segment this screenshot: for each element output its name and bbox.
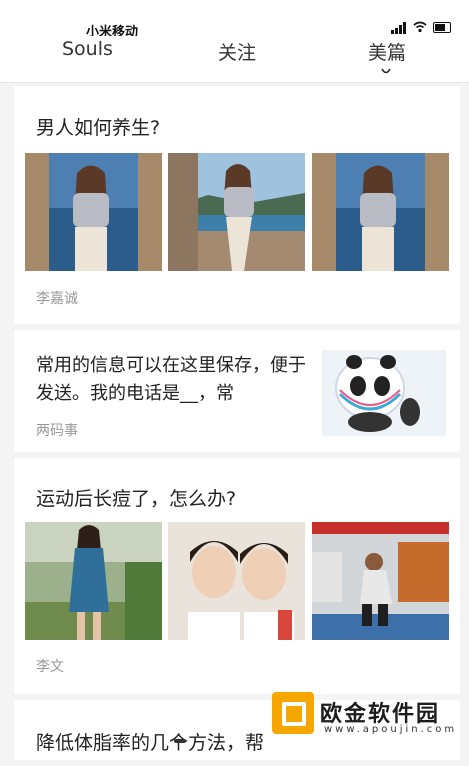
tab-articles[interactable]: 美篇 xyxy=(368,38,406,65)
wifi-icon xyxy=(413,21,427,33)
article-title[interactable]: 常用的信息可以在这里保存，便于发送。我的电话是__，常 xyxy=(36,352,306,408)
site-watermark: 欧金软件园 www.apoujin.com xyxy=(272,692,462,740)
article-image[interactable] xyxy=(168,153,305,271)
signal-icon xyxy=(391,30,394,34)
status-icons xyxy=(391,20,451,34)
active-tab-indicator xyxy=(381,68,391,74)
article-author[interactable]: 李嘉诚 xyxy=(36,288,78,308)
article-title[interactable]: 男人如何养生? xyxy=(36,113,160,140)
article-image[interactable] xyxy=(25,153,162,271)
battery-icon xyxy=(433,22,451,33)
article-thumbnail[interactable] xyxy=(322,350,446,436)
article-image[interactable] xyxy=(25,522,162,640)
article-images xyxy=(25,153,449,271)
top-tabs: Souls 关注 美篇 xyxy=(0,36,469,83)
article-title[interactable]: 运动后长痘了，怎么办? xyxy=(36,484,236,511)
article-author[interactable]: 李文 xyxy=(36,656,64,676)
home-indicator xyxy=(174,739,186,743)
article-feed: 男人如何养生? 李嘉诚 常用的信息可以在这里保存，便于发送。我的电话是__，常 … xyxy=(14,86,460,766)
article-title[interactable]: 降低体脂率的几个方法，帮 xyxy=(36,728,264,755)
article-author[interactable]: 两码事 xyxy=(36,420,78,440)
watermark-url: www.apoujin.com xyxy=(324,724,458,735)
article-card[interactable]: 运动后长痘了，怎么办? 李文 xyxy=(14,458,460,694)
tab-souls[interactable]: Souls xyxy=(62,38,113,60)
article-images xyxy=(25,522,449,640)
article-card[interactable]: 常用的信息可以在这里保存，便于发送。我的电话是__，常 两码事 xyxy=(14,330,460,452)
watermark-logo-icon xyxy=(272,692,314,734)
article-image[interactable] xyxy=(168,522,305,640)
article-image[interactable] xyxy=(312,153,449,271)
tab-follow[interactable]: 关注 xyxy=(218,38,256,65)
article-card[interactable]: 男人如何养生? 李嘉诚 xyxy=(14,86,460,324)
article-image[interactable] xyxy=(312,522,449,640)
status-bar: 小米移动 xyxy=(0,0,469,40)
